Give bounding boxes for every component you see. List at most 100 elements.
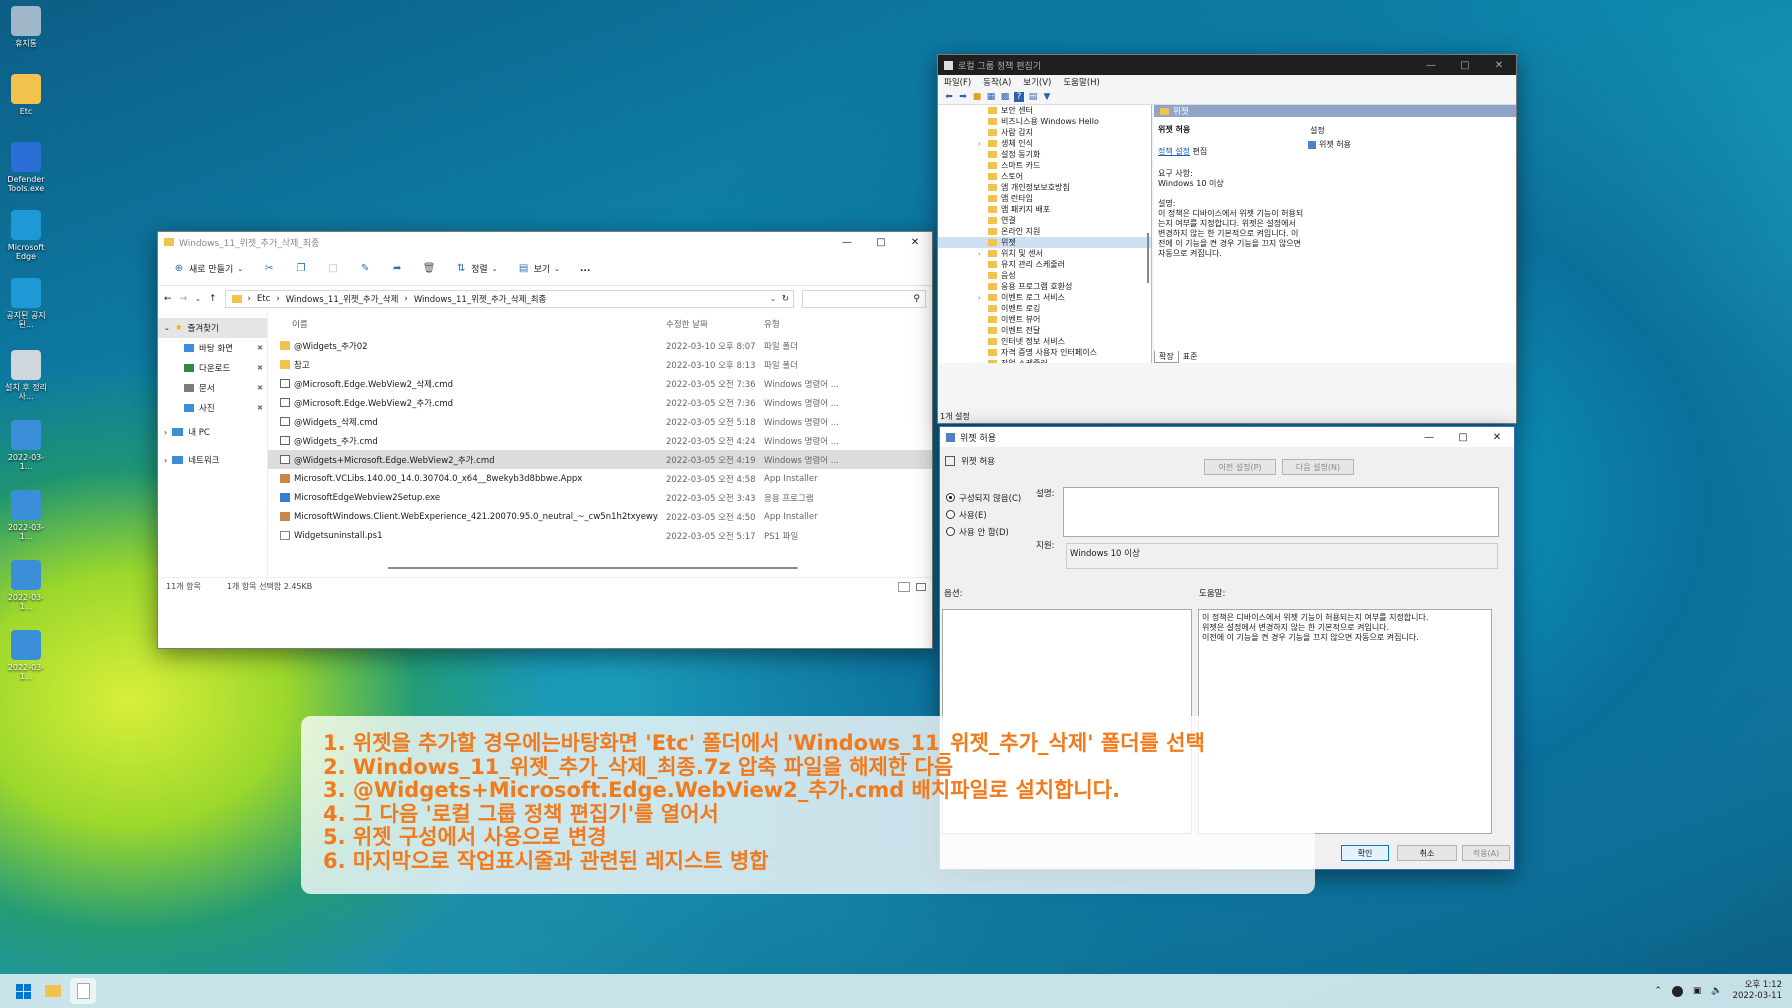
new-button[interactable]: ⊕ 새로 만들기 ⌄ bbox=[168, 259, 248, 278]
tree-item[interactable]: 음성 bbox=[938, 270, 1151, 281]
desktop-icon[interactable]: Defender Tools.exe bbox=[4, 142, 48, 193]
maximize-button[interactable]: □ bbox=[1446, 427, 1480, 447]
view-button[interactable]: ▤ 보기 ⌄ bbox=[513, 259, 565, 278]
file-row[interactable]: MicrosoftWindows.Client.WebExperience_42… bbox=[268, 507, 932, 526]
export-icon[interactable]: ▩ bbox=[1000, 92, 1010, 102]
apply-button[interactable]: 적용(A) bbox=[1462, 845, 1510, 861]
menu-item[interactable]: 파일(F) bbox=[944, 76, 971, 88]
tree-item[interactable]: 이벤트 뷰어 bbox=[938, 314, 1151, 325]
show-hide-tree-icon[interactable]: ▦ bbox=[986, 92, 996, 102]
file-row[interactable]: MicrosoftEdgeWebview2Setup.exe 2022-03-05… bbox=[268, 488, 932, 507]
search-input[interactable]: ⚲ bbox=[802, 290, 926, 308]
ok-button[interactable]: 확인 bbox=[1341, 845, 1389, 861]
desktop-icon[interactable]: Etc bbox=[4, 74, 48, 116]
horizontal-scrollbar[interactable] bbox=[388, 567, 798, 569]
properties-icon[interactable]: ▤ bbox=[1028, 92, 1038, 102]
minimize-button[interactable]: — bbox=[1412, 427, 1446, 447]
desktop-icon[interactable]: 공지된 공지된... bbox=[4, 278, 48, 329]
refresh-icon[interactable]: ↻ bbox=[782, 294, 789, 304]
cancel-button[interactable]: 취소 bbox=[1397, 845, 1457, 861]
tree-item[interactable]: 자격 증명 사용자 인터페이스 bbox=[938, 347, 1151, 358]
notepad-taskbar-button[interactable] bbox=[70, 978, 96, 1004]
close-button[interactable]: ✕ bbox=[1482, 55, 1516, 75]
chevron-right-icon[interactable]: › bbox=[978, 294, 981, 302]
file-row[interactable]: @Widgets+Microsoft.Edge.WebView2_추가.cmd 2… bbox=[268, 450, 932, 469]
nav-network[interactable]: › 네트워크 bbox=[158, 450, 267, 470]
breadcrumb-current[interactable]: Windows_11_위젯_추가_삭제_최종 bbox=[414, 293, 547, 305]
desktop-icon[interactable]: Microsoft Edge bbox=[4, 210, 48, 261]
file-row[interactable]: @Widgets_삭제.cmd 2022-03-05 오전 5:18 Windows… bbox=[268, 412, 932, 431]
tab-extended[interactable]: 확장 bbox=[1154, 351, 1179, 363]
tree-item[interactable]: 설정 동기화 bbox=[938, 149, 1151, 160]
minimize-button[interactable]: — bbox=[830, 232, 864, 252]
file-row[interactable]: Widgetsuninstall.ps1 2022-03-05 오전 5:17 PS… bbox=[268, 526, 932, 545]
up-arrow-icon[interactable]: ↑ bbox=[209, 294, 217, 304]
tree-scrollbar[interactable] bbox=[1147, 233, 1149, 283]
tree-item[interactable]: › 이벤트 로그 서비스 bbox=[938, 292, 1151, 303]
nav-item[interactable]: 바탕 화면 ✖ bbox=[158, 338, 267, 358]
rename-button[interactable]: ✎ bbox=[354, 260, 376, 278]
desktop-icon[interactable]: 2022-03-1... bbox=[4, 560, 48, 611]
cut-button[interactable]: ✂ bbox=[258, 260, 280, 278]
desktop-icon[interactable]: 휴지통 bbox=[4, 6, 48, 48]
recent-chevron-icon[interactable]: ⌄ bbox=[195, 295, 201, 303]
tab-standard[interactable]: 표준 bbox=[1179, 351, 1202, 363]
back-arrow-icon[interactable]: ← bbox=[164, 294, 172, 304]
file-row[interactable]: 참고 2022-03-10 오후 8:13 파일 폴더 bbox=[268, 355, 932, 374]
sort-button[interactable]: ⇅ 정렬 ⌄ bbox=[450, 259, 502, 278]
nav-quick-access[interactable]: ⌄ ★ 즐겨찾기 bbox=[158, 318, 267, 338]
details-view-icon[interactable] bbox=[898, 581, 910, 592]
close-button[interactable]: ✕ bbox=[898, 232, 932, 252]
file-row[interactable]: @Microsoft.Edge.WebView2_삭제.cmd 2022-03-0… bbox=[268, 374, 932, 393]
desktop-icon[interactable]: 2022-03-1... bbox=[4, 420, 48, 471]
chevron-right-icon[interactable]: › bbox=[978, 140, 981, 148]
desktop-icon[interactable]: 2022-03-1... bbox=[4, 490, 48, 541]
tree-item[interactable]: 유지 관리 스케줄러 bbox=[938, 259, 1151, 270]
tree-item[interactable]: › 생체 인식 bbox=[938, 138, 1151, 149]
tree-item[interactable]: 비즈니스용 Windows Hello bbox=[938, 116, 1151, 127]
filter-icon[interactable]: ▼ bbox=[1042, 92, 1052, 102]
breadcrumb-etc[interactable]: Etc bbox=[257, 294, 270, 304]
tree-item[interactable]: 앱 런타임 bbox=[938, 193, 1151, 204]
app-tray-icon[interactable] bbox=[1671, 985, 1683, 997]
explorer-titlebar[interactable]: Windows_11_위젯_추가_삭제_최종 — □ ✕ bbox=[158, 232, 932, 252]
tiles-view-icon[interactable] bbox=[916, 582, 926, 591]
file-row[interactable]: Microsoft.VCLibs.140.00_14.0.30704.0_x64… bbox=[268, 469, 932, 488]
column-name[interactable]: 이름 bbox=[268, 318, 658, 330]
comment-textbox[interactable] bbox=[1063, 487, 1499, 537]
tree-item[interactable]: 이벤트 전달 bbox=[938, 325, 1151, 336]
copy-button[interactable]: ❐ bbox=[290, 260, 312, 278]
file-explorer-taskbar-button[interactable] bbox=[40, 978, 66, 1004]
previous-setting-button[interactable]: 이전 설정(P) bbox=[1204, 459, 1276, 475]
gpedit-titlebar[interactable]: 로컬 그룹 정책 편집기 — □ ✕ bbox=[938, 55, 1516, 75]
menu-item[interactable]: 도움말(H) bbox=[1063, 76, 1099, 88]
file-row[interactable]: @Microsoft.Edge.WebView2_추가.cmd 2022-03-0… bbox=[268, 393, 932, 412]
state-radio[interactable]: 사용 안 함(D) bbox=[946, 523, 1021, 540]
maximize-button[interactable]: □ bbox=[864, 232, 898, 252]
paste-button[interactable]: □ bbox=[322, 260, 344, 278]
policy-setting-link[interactable]: 정책 설정 bbox=[1158, 147, 1190, 156]
tree-item[interactable]: 연결 bbox=[938, 215, 1151, 226]
chevron-right-icon[interactable]: › bbox=[978, 250, 981, 258]
network-icon[interactable]: ▣ bbox=[1693, 986, 1702, 996]
close-button[interactable]: ✕ bbox=[1480, 427, 1514, 447]
up-folder-icon[interactable]: ■ bbox=[972, 92, 982, 102]
tree-item[interactable]: 이벤트 로깅 bbox=[938, 303, 1151, 314]
file-row[interactable]: @Widgets_추가.cmd 2022-03-05 오전 4:24 Windows… bbox=[268, 431, 932, 450]
chevron-up-icon[interactable]: ⌃ bbox=[1654, 986, 1662, 996]
maximize-button[interactable]: □ bbox=[1448, 55, 1482, 75]
column-type[interactable]: 유형 bbox=[758, 318, 840, 330]
tree-item[interactable]: 앱 패키지 배포 bbox=[938, 204, 1151, 215]
state-radio[interactable]: 사용(E) bbox=[946, 506, 1021, 523]
nav-this-pc[interactable]: › 내 PC bbox=[158, 422, 267, 442]
clock[interactable]: 오후 1:12 2022-03-11 bbox=[1733, 980, 1782, 1002]
menu-item[interactable]: 동작(A) bbox=[983, 76, 1011, 88]
help-icon[interactable]: ? bbox=[1014, 91, 1024, 102]
tree-item[interactable]: 위젯 bbox=[938, 237, 1151, 248]
desktop-icon[interactable]: 설치 후 정리사... bbox=[4, 350, 48, 401]
column-date[interactable]: 수정한 날짜 bbox=[658, 318, 758, 330]
state-radio[interactable]: 구성되지 않음(C) bbox=[946, 489, 1021, 506]
tree-item[interactable]: 스마트 카드 bbox=[938, 160, 1151, 171]
file-row[interactable]: @Widgets_추가02 2022-03-10 오후 8:07 파일 폴더 bbox=[268, 336, 932, 355]
setting-row[interactable]: 위젯 허용 bbox=[1304, 139, 1516, 150]
